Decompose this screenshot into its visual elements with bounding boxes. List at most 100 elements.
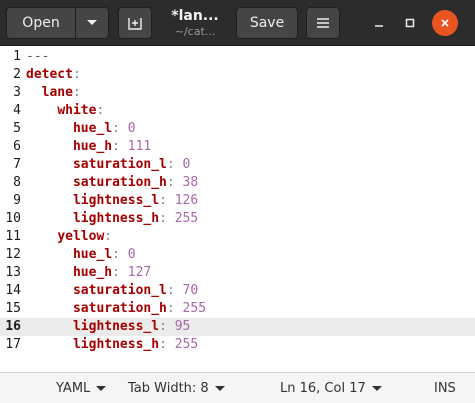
yaml-key: lightness_h (72, 211, 160, 226)
yaml-key: saturation_l (72, 157, 167, 172)
line-number: 4 (13, 103, 21, 118)
yaml-key: saturation_l (72, 283, 167, 298)
yaml-separator: : (104, 229, 113, 244)
code-line[interactable]: 11 yellow: (0, 228, 475, 246)
close-icon (441, 19, 449, 27)
tab-width-selector[interactable]: Tab Width: 8 (128, 379, 225, 397)
line-number: 14 (5, 283, 21, 298)
new-tab-button[interactable] (118, 7, 152, 39)
line-code: saturation_l: 70 (26, 282, 198, 300)
yaml-key: lightness_l (72, 319, 160, 334)
open-button[interactable]: Open (6, 7, 76, 39)
yaml-value: 38 (182, 175, 199, 190)
code-line[interactable]: 6 hue_h: 111 (0, 138, 475, 156)
line-number: 2 (13, 67, 21, 82)
yaml-key: detect (26, 67, 73, 82)
code-line[interactable]: 2 detect: (0, 66, 475, 84)
yaml-separator: : (159, 211, 167, 226)
close-button[interactable] (432, 10, 458, 36)
code-line[interactable]: 13 hue_h: 127 (0, 264, 475, 282)
cursor-position-selector[interactable]: Ln 16, Col 17 (280, 379, 382, 397)
menu-button[interactable] (306, 7, 340, 39)
code-line[interactable]: 14 saturation_l: 70 (0, 282, 475, 300)
line-number: 7 (13, 157, 21, 172)
chevron-down-icon (214, 385, 225, 391)
code-line[interactable]: 7 saturation_l: 0 (0, 156, 475, 174)
line-number: 10 (5, 211, 21, 226)
code-line[interactable]: 17 lightness_h: 255 (0, 336, 475, 354)
yaml-key: hue_h (72, 265, 113, 280)
line-code: --- (26, 48, 49, 66)
code-line[interactable]: 4 white: (0, 102, 475, 120)
maximize-icon (405, 18, 415, 28)
yaml-separator: : (112, 139, 120, 154)
code-line[interactable]: 8 saturation_h: 38 (0, 174, 475, 192)
text-editor[interactable]: 1 --- 2 detect: 3 lane: 4 white: 5 hue_l: 06 h… (0, 46, 475, 372)
tab-width-label: Tab Width: 8 (128, 380, 209, 396)
line-number: 3 (13, 85, 21, 100)
code-line[interactable]: 3 lane: (0, 84, 475, 102)
insert-mode-label: INS (434, 380, 456, 396)
document-path: ~/cat... (174, 24, 216, 38)
language-label: YAML (56, 380, 91, 396)
code-line[interactable]: 9 lightness_l: 126 (0, 192, 475, 210)
yaml-key: hue_l (72, 121, 113, 136)
yaml-separator: : (72, 85, 81, 100)
save-button[interactable]: Save (236, 7, 298, 39)
minimize-button[interactable] (366, 10, 392, 36)
code-line[interactable]: 12 hue_l: 0 (0, 246, 475, 264)
line-code: lightness_l: 95 (26, 318, 190, 336)
yaml-separator: : (159, 193, 167, 208)
header-bar: Open *lan... ~/cat... Save (0, 0, 475, 46)
yaml-key: yellow (57, 229, 105, 244)
code-line[interactable]: 16 lightness_l: 95 (0, 318, 475, 336)
window-title: *lan... ~/cat... (160, 6, 230, 40)
line-code: hue_l: 0 (26, 120, 136, 138)
line-code: white: (26, 102, 104, 120)
chevron-down-icon (87, 20, 97, 25)
language-selector[interactable]: YAML (56, 379, 107, 397)
code-line[interactable]: 1 --- (0, 48, 475, 66)
yaml-key: white (57, 103, 97, 118)
yaml-separator: : (72, 67, 81, 82)
code-line[interactable]: 10 lightness_h: 255 (0, 210, 475, 228)
code-line[interactable]: 15 saturation_h: 255 (0, 300, 475, 318)
yaml-separator: : (166, 157, 175, 172)
maximize-button[interactable] (397, 10, 423, 36)
yaml-key: lightness_l (72, 193, 160, 208)
chevron-down-icon (371, 385, 382, 391)
yaml-value: 0 (127, 247, 136, 262)
line-number: 13 (5, 265, 21, 280)
line-code: detect: (26, 66, 81, 84)
line-code: hue_l: 0 (26, 246, 136, 264)
yaml-separator: : (159, 319, 167, 334)
yaml-separator: : (112, 265, 120, 280)
code-line[interactable]: 5 hue_l: 0 (0, 120, 475, 138)
yaml-value: 0 (182, 157, 191, 172)
open-dropdown-button[interactable] (76, 7, 109, 39)
line-number: 8 (13, 175, 21, 190)
insert-mode-indicator[interactable]: INS (434, 379, 456, 397)
line-number: 11 (5, 229, 21, 244)
line-code: lane: (26, 84, 81, 102)
line-code: saturation_l: 0 (26, 156, 190, 174)
yaml-value: 111 (127, 139, 152, 154)
line-number: 16 (5, 319, 21, 334)
document-marker: --- (26, 49, 50, 64)
line-code: saturation_h: 255 (26, 300, 206, 318)
yaml-separator: : (166, 283, 175, 298)
cursor-position-label: Ln 16, Col 17 (280, 380, 366, 396)
line-code: saturation_h: 38 (26, 174, 198, 192)
open-button-group: Open (6, 7, 109, 39)
